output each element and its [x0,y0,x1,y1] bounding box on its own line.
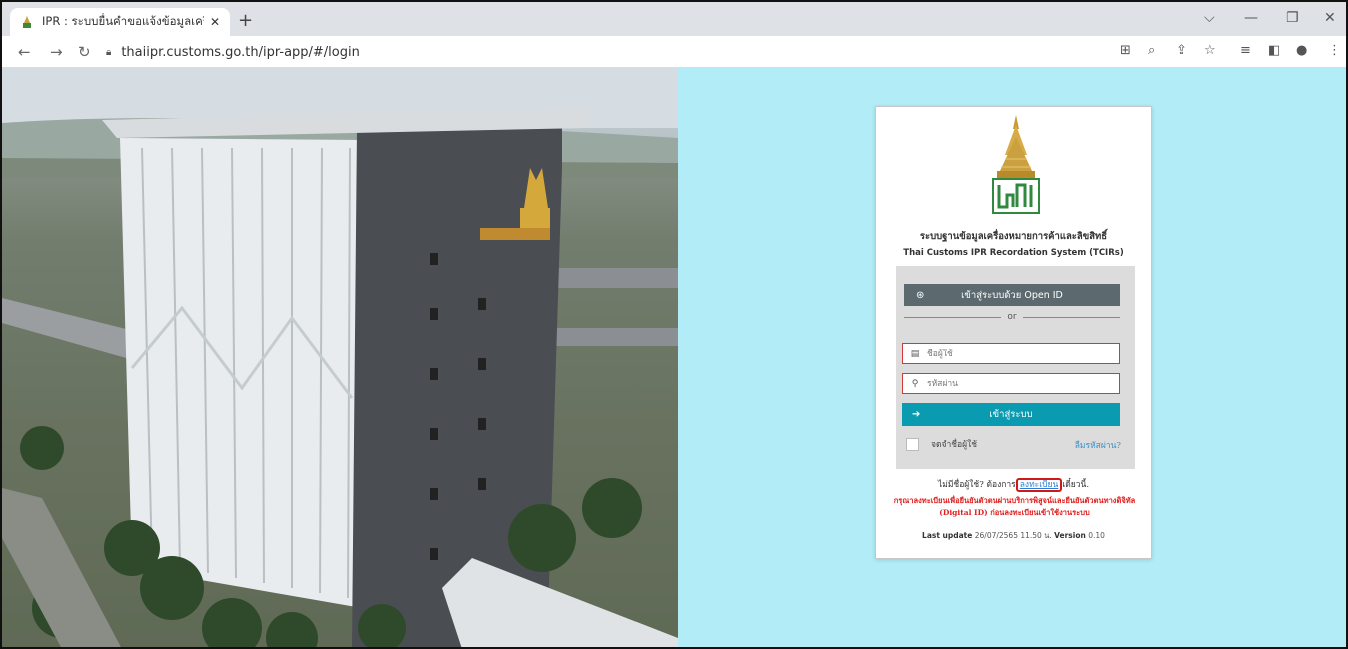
key-icon: ⚲ [911,378,919,389]
register-prompt: ไม่มีชื่อผู้ใช้? ต้องการ ลงทะเบียน เดี๋ยวน… [876,477,1151,492]
or-divider: or [904,312,1120,322]
or-label: or [1007,312,1017,322]
divider-line [904,316,1002,318]
tab-strip: IPR : ระบบยื่นคำขอแจ้งข้อมูลเครื่องหม ✕ … [2,2,1346,36]
translate-icon[interactable]: ⊞ [1120,43,1131,58]
sign-in-icon: ➔ [912,409,921,420]
last-update-info: Last update 26/07/2565 11.50 น. Version … [876,530,1151,542]
reload-icon[interactable]: ↻ [78,43,91,61]
menu-kebab-icon[interactable]: ⋮ [1328,43,1341,58]
digital-id-notice: กรุณาลงทะเบียนเพื่อยืนยันตัวตนผ่านบริการ… [893,496,1136,517]
address-bar[interactable]: 🔒︎ thaiipr.customs.go.th/ipr-app/#/login [106,40,1106,64]
openid-login-button[interactable]: ⊛ เข้าสู่ระบบด้วย Open ID [904,284,1120,306]
username-input[interactable] [927,348,1119,359]
remember-label: จดจำชื่อผู้ใช้ [931,440,978,450]
url-text[interactable]: thaiipr.customs.go.th/ipr-app/#/login [121,45,360,60]
reading-list-icon[interactable]: ≡ [1240,43,1251,58]
customs-favicon-icon [23,16,31,28]
browser-window: IPR : ระบบยื่นคำขอแจ้งข้อมูลเครื่องหม ✕ … [0,0,1348,649]
register-link[interactable]: ลงทะเบียน [1015,478,1063,492]
system-title-thai: ระบบฐานข้อมูลเครื่องหมายการค้าและลิขสิทธ… [919,231,1108,242]
share-icon[interactable]: ⇪ [1176,43,1187,58]
star-icon[interactable]: ☆ [1204,43,1216,58]
forward-arrow-icon[interactable]: → [50,43,63,61]
minimize-icon[interactable]: — [1244,10,1258,26]
side-panel-icon[interactable]: ◧ [1268,43,1280,58]
openid-login-label: เข้าสู่ระบบด้วย Open ID [961,289,1063,301]
id-card-icon: ▤ [910,348,920,359]
customs-building-photo [2,68,678,647]
browser-tab[interactable]: IPR : ระบบยื่นคำขอแจ้งข้อมูลเครื่องหม ✕ [10,8,230,36]
register-suffix: เดี๋ยวนี้. [1062,480,1090,490]
lock-icon: 🔒︎ [106,46,112,58]
thai-customs-emblem-icon [992,115,1040,214]
last-update-label: Last update [922,531,973,540]
back-arrow-icon[interactable]: ← [18,43,31,61]
profile-icon[interactable]: ● [1296,43,1307,58]
system-title-english: Thai Customs IPR Recordation System (TCI… [903,248,1124,258]
new-tab-button[interactable]: + [238,10,253,31]
fingerprint-icon: ⊛ [916,289,925,301]
version-value: 0.10 [1088,531,1105,540]
login-button[interactable]: ➔ เข้าสู่ระบบ [902,403,1120,426]
login-button-label: เข้าสู่ระบบ [989,409,1033,420]
login-card: ระบบฐานข้อมูลเครื่องหมายการค้าและลิขสิทธ… [875,106,1152,559]
maximize-icon[interactable]: ❐ [1286,10,1299,26]
tab-close-icon[interactable]: ✕ [210,15,220,29]
register-prefix: ไม่มีชื่อผู้ใช้? ต้องการ [937,480,1016,490]
password-field[interactable]: ⚲ [902,373,1120,394]
last-update-value: 26/07/2565 11.50 น. [974,531,1052,540]
version-label: Version [1054,531,1086,540]
remember-me[interactable]: จดจำชื่อผู้ใช้ [906,437,977,451]
browser-toolbar: ← → ↻ 🔒︎ thaiipr.customs.go.th/ipr-app/#… [2,36,1346,68]
password-input[interactable] [927,378,1119,389]
forgot-password-link[interactable]: ลืมรหัสผ่าน? [1075,438,1121,452]
tab-title: IPR : ระบบยื่นคำขอแจ้งข้อมูลเครื่องหม [42,14,204,28]
login-form-panel: ⊛ เข้าสู่ระบบด้วย Open ID or ▤ ⚲ ➔ เข้าส… [896,266,1135,469]
divider-line [1022,316,1120,318]
zoom-icon[interactable]: ⌕ [1148,43,1155,58]
remember-checkbox[interactable] [906,437,919,451]
building-illustration [2,68,678,647]
chevron-down-icon[interactable]: ⌵ [1204,10,1215,26]
username-field[interactable]: ▤ [902,343,1120,364]
close-icon[interactable]: ✕ [1324,10,1336,26]
